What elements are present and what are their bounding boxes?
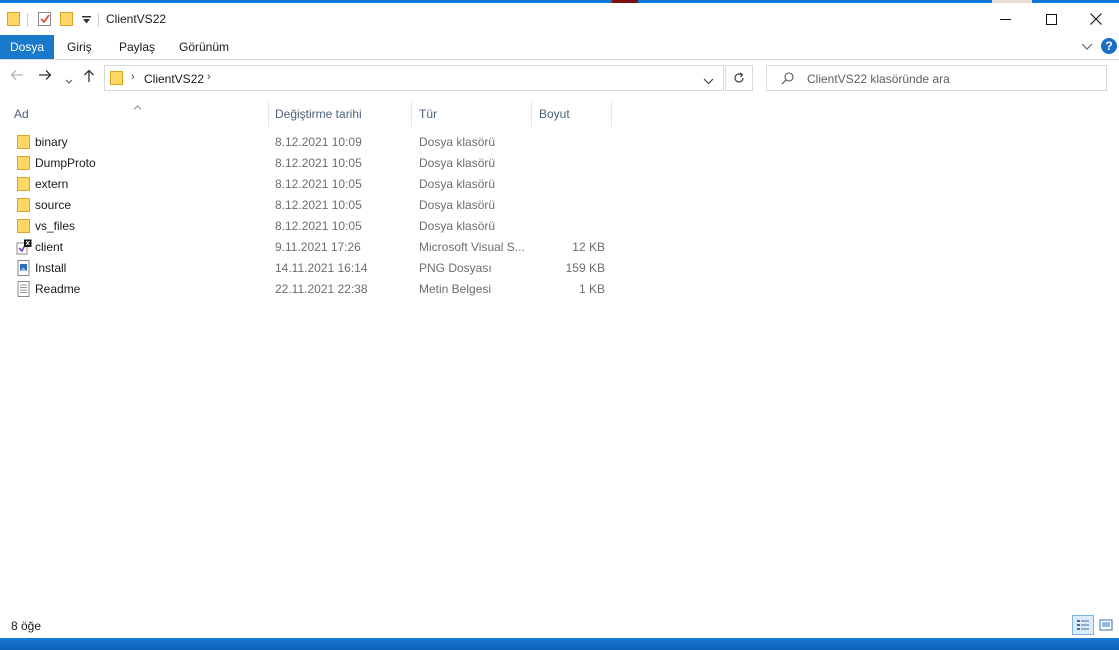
file-name: binary [35, 135, 68, 149]
file-row[interactable]: binary 8.12.2021 10:09 Dosya klasörü [12, 132, 612, 153]
file-type: Dosya klasörü [419, 198, 496, 212]
title-bar: ClientVS22 [0, 3, 1119, 35]
file-row[interactable]: vs_files 8.12.2021 10:05 Dosya klasörü [12, 216, 612, 237]
file-date: 8.12.2021 10:05 [275, 156, 362, 170]
folder-icon [16, 176, 32, 192]
folder-icon [7, 11, 21, 30]
file-name: vs_files [35, 219, 76, 233]
large-icons-view-icon [1099, 619, 1113, 631]
file-date: 9.11.2021 17:26 [275, 240, 361, 254]
search-icon [781, 72, 794, 88]
customize-qat-dropdown-icon[interactable] [82, 14, 91, 28]
file-size: 12 KB [572, 240, 605, 254]
file-row[interactable]: client 9.11.2021 17:26 Microsoft Visual … [12, 237, 612, 258]
file-name: extern [35, 177, 69, 191]
breadcrumb-chevron-icon[interactable]: › [207, 71, 211, 83]
item-count: 8 öğe [11, 619, 42, 633]
column-header-date[interactable]: Değiştirme tarihi [275, 100, 362, 128]
file-name: source [35, 198, 72, 212]
folder-icon [16, 197, 32, 213]
file-size: 159 KB [565, 261, 605, 275]
column-header-name[interactable]: Ad [14, 100, 29, 128]
folder-icon [110, 70, 124, 89]
file-row[interactable]: Readme 22.11.2021 22:38 Metin Belgesi 1 … [12, 279, 612, 300]
tab-view[interactable]: Görünüm [179, 35, 229, 59]
file-type: Dosya klasörü [419, 177, 496, 191]
breadcrumb-clientvs22[interactable]: ClientVS22 [144, 72, 204, 86]
refresh-button[interactable] [725, 65, 753, 91]
folder-icon [16, 218, 32, 234]
recent-locations-chevron-icon[interactable] [65, 74, 73, 88]
file-name: Readme [35, 282, 81, 296]
up-arrow-icon[interactable] [83, 69, 95, 86]
sort-ascending-icon [133, 99, 142, 113]
file-type: PNG Dosyası [419, 261, 492, 275]
address-history-dropdown-icon[interactable] [703, 74, 714, 88]
maximize-button[interactable] [1028, 3, 1074, 35]
qat-separator [27, 13, 28, 27]
file-date: 8.12.2021 10:09 [275, 135, 362, 149]
maximize-icon [1045, 13, 1057, 25]
close-icon [1090, 13, 1102, 25]
tab-file[interactable]: Dosya [0, 35, 55, 59]
file-date: 8.12.2021 10:05 [275, 177, 362, 191]
tab-home[interactable]: Giriş [67, 35, 92, 59]
ribbon-tabs: Dosya Giriş Paylaş Görünüm ? [0, 35, 1119, 60]
column-divider[interactable] [268, 101, 269, 127]
file-name: DumpProto [35, 156, 96, 170]
file-type: Dosya klasörü [419, 135, 496, 149]
file-type: Metin Belgesi [419, 282, 492, 296]
column-divider[interactable] [411, 101, 412, 127]
file-row[interactable]: DumpProto 8.12.2021 10:05 Dosya klasörü [12, 153, 612, 174]
file-name: client [35, 240, 64, 254]
close-button[interactable] [1073, 3, 1119, 35]
column-header-size[interactable]: Boyut [539, 100, 570, 128]
file-row[interactable]: extern 8.12.2021 10:05 Dosya klasörü [12, 174, 612, 195]
file-date: 8.12.2021 10:05 [275, 219, 362, 233]
status-bar: 8 öğe [0, 614, 1119, 638]
back-arrow-icon[interactable] [10, 69, 24, 84]
file-date: 8.12.2021 10:05 [275, 198, 362, 212]
refresh-icon [734, 72, 744, 83]
folder-icon [16, 155, 32, 171]
navigation-bar: › ClientVS22 › ClientVS22 klasöründe ara [0, 60, 1119, 98]
new-folder-icon[interactable] [60, 11, 74, 30]
column-divider[interactable] [531, 101, 532, 127]
search-box[interactable]: ClientVS22 klasöründe ara [766, 65, 1107, 91]
title-separator [98, 13, 99, 27]
column-header-type[interactable]: Tür [419, 100, 437, 128]
search-placeholder: ClientVS22 klasöründe ara [807, 72, 950, 86]
large-icons-view-button[interactable] [1095, 615, 1117, 635]
window-title: ClientVS22 [106, 12, 167, 26]
details-view-icon [1077, 620, 1089, 630]
tab-share[interactable]: Paylaş [119, 35, 155, 59]
forward-arrow-icon[interactable] [38, 69, 52, 84]
file-type: Microsoft Visual S... [419, 240, 525, 254]
file-type: Dosya klasörü [419, 156, 496, 170]
breadcrumb-chevron-icon[interactable]: › [131, 71, 135, 83]
minimize-icon [999, 18, 1011, 20]
taskbar [0, 638, 1119, 650]
file-date: 22.11.2021 22:38 [275, 282, 368, 296]
details-view-button[interactable] [1072, 615, 1094, 635]
image-file-icon [16, 260, 32, 276]
column-divider[interactable] [611, 101, 612, 127]
folder-icon [16, 134, 32, 150]
file-row[interactable]: source 8.12.2021 10:05 Dosya klasörü [12, 195, 612, 216]
text-file-icon [16, 281, 32, 297]
file-date: 14.11.2021 16:14 [275, 261, 368, 275]
visual-studio-solution-icon [16, 239, 32, 255]
file-size: 1 KB [578, 282, 605, 296]
minimize-button[interactable] [982, 3, 1028, 35]
file-type: Dosya klasörü [419, 219, 496, 233]
address-bar[interactable]: › ClientVS22 › [104, 65, 724, 91]
file-name: Install [35, 261, 67, 275]
expand-ribbon-chevron-icon[interactable] [1081, 40, 1093, 54]
help-button[interactable]: ? [1101, 38, 1117, 54]
file-row[interactable]: Install 14.11.2021 16:14 PNG Dosyası 159… [12, 258, 612, 279]
properties-icon[interactable] [38, 11, 52, 30]
